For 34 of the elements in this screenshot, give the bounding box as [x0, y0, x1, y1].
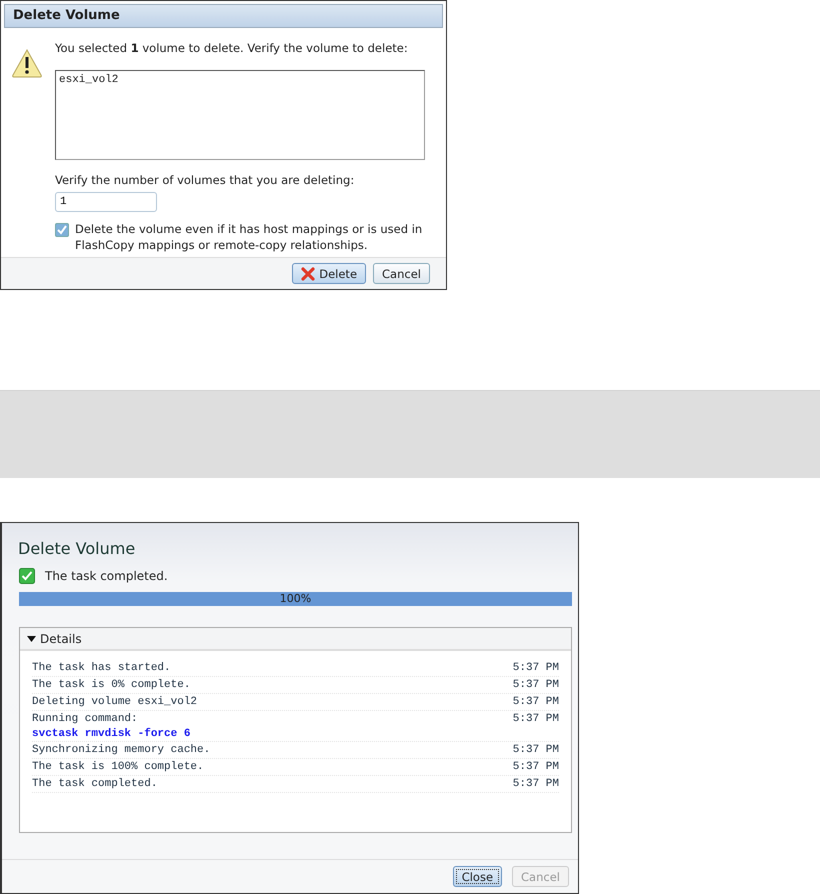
log-time: 5:37 PM	[512, 712, 559, 727]
log-text: The task is 100% complete.	[32, 760, 204, 775]
cross-icon	[301, 266, 316, 280]
dialog-button[interactable]: Delete	[292, 263, 366, 284]
log-text: Deleting volume esxi_vol2	[32, 695, 198, 710]
log-command: svctask rmvdisk -force 6	[32, 727, 190, 741]
volume-list[interactable]: esxi_vol2	[55, 70, 425, 160]
details-toggle[interactable]: Details	[20, 628, 571, 651]
log-text: The task is 0% complete.	[32, 678, 190, 693]
log-time: 5:37 PM	[512, 678, 559, 693]
count-field[interactable]: 1	[55, 192, 157, 212]
dialog-title: Delete Volume	[17, 538, 136, 558]
field-label: Verify the number of volumes that you are deleting:	[55, 172, 356, 188]
log-text: The task has started.	[32, 661, 171, 676]
log-time: 5:37 PM	[512, 695, 559, 710]
checkbox-label: Delete the volume even if it has host mappings or is used in FlashCopy mappings or remote-copy relationships.	[75, 221, 424, 253]
checkbox[interactable]	[55, 223, 69, 237]
dialog-title: Delete Volume	[4, 4, 443, 28]
log-time: 5:37 PM	[512, 661, 559, 676]
dialog-button[interactable]: Cancel	[373, 263, 430, 284]
check-icon	[19, 568, 35, 584]
progress-reading: 100%	[278, 592, 312, 606]
warning-icon	[11, 48, 43, 78]
confirm-message: You selected 1 volume to delete. Verify the volume to delete:	[55, 40, 409, 56]
caret-icon	[27, 636, 36, 642]
log-time: 5:37 PM	[512, 760, 559, 775]
dialog-button[interactable]: Close	[452, 866, 502, 887]
log-time: 5:37 PM	[512, 777, 559, 792]
log-time: 5:37 PM	[512, 743, 559, 758]
log-text: The task completed.	[32, 777, 158, 792]
log-text: Synchronizing memory cache.	[32, 743, 210, 758]
list-item[interactable]: esxi_vol2	[59, 74, 421, 86]
status-text: The task completed.	[45, 569, 168, 583]
log-text: Running command:	[32, 712, 139, 727]
